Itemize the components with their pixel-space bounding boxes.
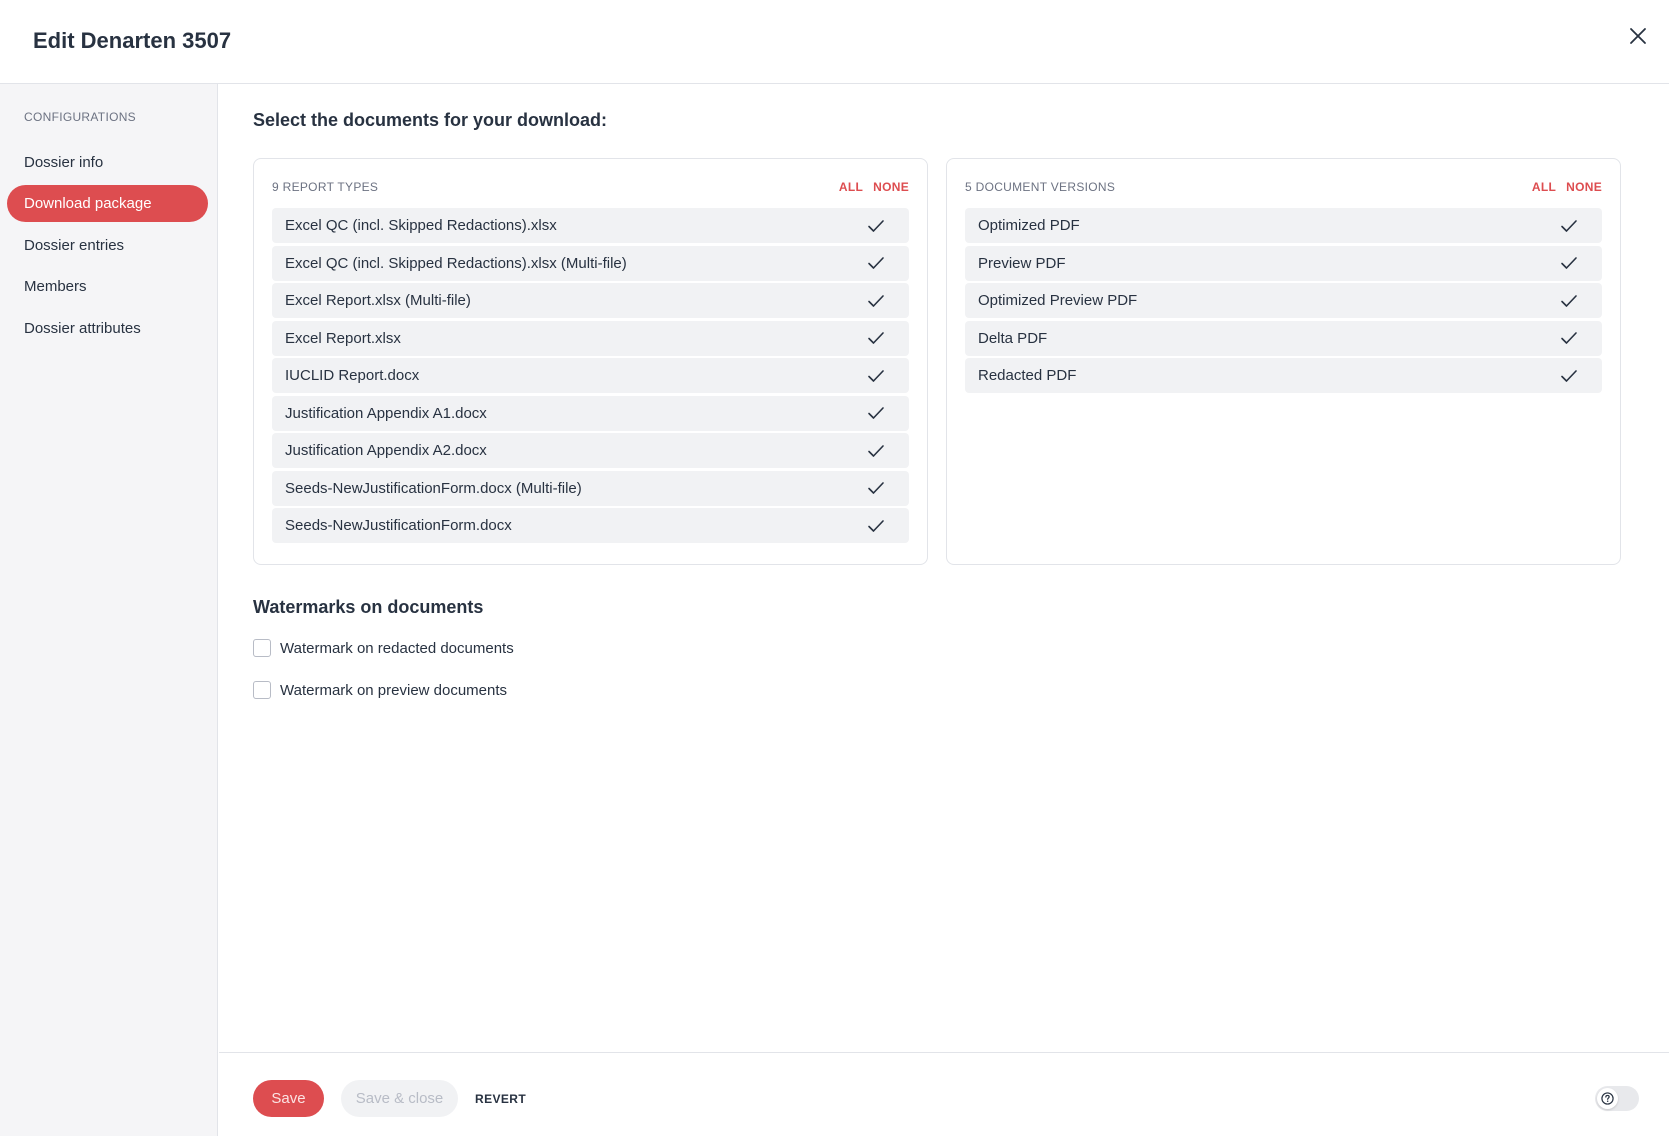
list-item-label: Optimized PDF [978,217,1080,234]
select-none-versions-button[interactable]: NONE [1566,180,1602,194]
document-versions-list: Optimized PDF Preview PDF Optimized Prev… [965,208,1602,396]
report-types-list: Excel QC (incl. Skipped Redactions).xlsx… [272,208,909,546]
list-item[interactable]: Excel QC (incl. Skipped Redactions).xlsx… [272,245,909,281]
select-all-report-types-button[interactable]: ALL [839,180,863,194]
sidebar-item-dossier-attributes[interactable]: Dossier attributes [7,310,208,347]
list-item-label: Justification Appendix A2.docx [285,442,487,459]
sidebar-item-dossier-info[interactable]: Dossier info [7,144,208,181]
panel-actions: ALL NONE [1532,180,1602,194]
dialog-title: Edit Denarten 3507 [33,28,232,53]
list-item-label: Justification Appendix A1.docx [285,404,487,422]
select-all-versions-button[interactable]: ALL [1532,180,1556,194]
sidebar-item-download-package[interactable]: Download package [7,185,208,222]
revert-button[interactable]: REVERT [475,1080,526,1117]
list-item-label: Preview PDF [978,254,1066,272]
list-item[interactable]: Preview PDF [965,245,1602,281]
dialog-footer: Save Save & close REVERT [219,1052,1669,1136]
check-icon [1560,292,1578,310]
check-icon [1560,217,1578,235]
sidebar-item-label: Dossier info [24,154,104,171]
list-item-label: Excel Report.xlsx (Multi-file) [285,292,471,309]
check-icon [867,254,885,272]
panel-header: 9 REPORT TYPES ALL NONE [272,178,909,196]
help-icon [1597,1088,1618,1109]
checkbox-box[interactable] [253,639,271,657]
sidebar-item-label: Dossier attributes [24,320,141,337]
check-icon [1560,329,1578,347]
list-item-label: Optimized Preview PDF [978,292,1138,309]
list-item-label: Redacted PDF [978,367,1077,384]
checkbox-label: Watermark on redacted documents [280,639,514,657]
check-icon [867,404,885,422]
list-item[interactable]: IUCLID Report.docx [272,358,909,393]
panel-actions: ALL NONE [839,180,909,194]
checkbox-box[interactable] [253,681,271,699]
select-none-report-types-button[interactable]: NONE [873,180,909,194]
page-heading: Select the documents for your download: [253,110,608,130]
list-item[interactable]: Justification Appendix A2.docx [272,433,909,468]
list-item[interactable]: Seeds-NewJustificationForm.docx (Multi-f… [272,470,909,506]
check-icon [867,479,885,497]
main-content: Select the documents for your download: … [219,84,1669,1052]
check-icon [1560,367,1578,385]
sidebar-item-label: Dossier entries [24,237,125,254]
watermark-preview-checkbox[interactable]: Watermark on preview documents [253,680,507,700]
list-item-label: Excel QC (incl. Skipped Redactions).xlsx… [285,254,627,272]
save-button[interactable]: Save [253,1080,324,1117]
list-item[interactable]: Excel Report.xlsx [272,320,909,356]
sidebar-section-label: CONFIGURATIONS [24,110,136,124]
close-button[interactable] [1620,18,1656,54]
list-item[interactable]: Delta PDF [965,320,1602,356]
list-item[interactable]: Excel Report.xlsx (Multi-file) [272,283,909,318]
check-icon [867,292,885,310]
sidebar: CONFIGURATIONS Dossier info Download pac… [0,84,218,1136]
save-and-close-button[interactable]: Save & close [341,1080,458,1117]
list-item[interactable]: Seeds-NewJustificationForm.docx [272,508,909,543]
list-item-label: Delta PDF [978,329,1048,347]
check-icon [867,517,885,535]
list-item-label: Excel QC (incl. Skipped Redactions).xlsx [285,217,557,234]
checkbox-label: Watermark on preview documents [280,681,508,699]
document-versions-count: 5 DOCUMENT VERSIONS [965,180,1116,194]
list-item[interactable]: Optimized Preview PDF [965,283,1602,318]
check-icon [867,329,885,347]
check-icon [867,442,885,460]
sidebar-item-label: Download package [24,195,152,212]
list-item[interactable]: Justification Appendix A1.docx [272,395,909,431]
help-mode-toggle[interactable] [1595,1086,1639,1111]
watermarks-heading: Watermarks on documents [253,597,484,617]
report-types-panel: 9 REPORT TYPES ALL NONE Excel QC (incl. … [253,158,928,565]
list-item-label: Seeds-NewJustificationForm.docx (Multi-f… [285,479,582,497]
list-item-label: Seeds-NewJustificationForm.docx [285,517,512,534]
report-types-count: 9 REPORT TYPES [272,180,379,194]
watermark-redacted-checkbox[interactable]: Watermark on redacted documents [253,638,514,658]
list-item[interactable]: Redacted PDF [965,358,1602,393]
sidebar-item-label: Members [24,278,87,295]
dialog-header: Edit Denarten 3507 [0,0,1669,84]
list-item[interactable]: Excel QC (incl. Skipped Redactions).xlsx [272,208,909,243]
check-icon [1560,254,1578,272]
close-icon [1630,28,1646,44]
sidebar-item-members[interactable]: Members [7,268,208,305]
check-icon [867,217,885,235]
sidebar-item-dossier-entries[interactable]: Dossier entries [7,227,208,264]
panel-header: 5 DOCUMENT VERSIONS ALL NONE [965,178,1602,196]
check-icon [867,367,885,385]
document-versions-panel: 5 DOCUMENT VERSIONS ALL NONE Optimized P… [946,158,1621,565]
list-item-label: Excel Report.xlsx [285,329,401,347]
list-item-label: IUCLID Report.docx [285,367,420,384]
list-item[interactable]: Optimized PDF [965,208,1602,243]
